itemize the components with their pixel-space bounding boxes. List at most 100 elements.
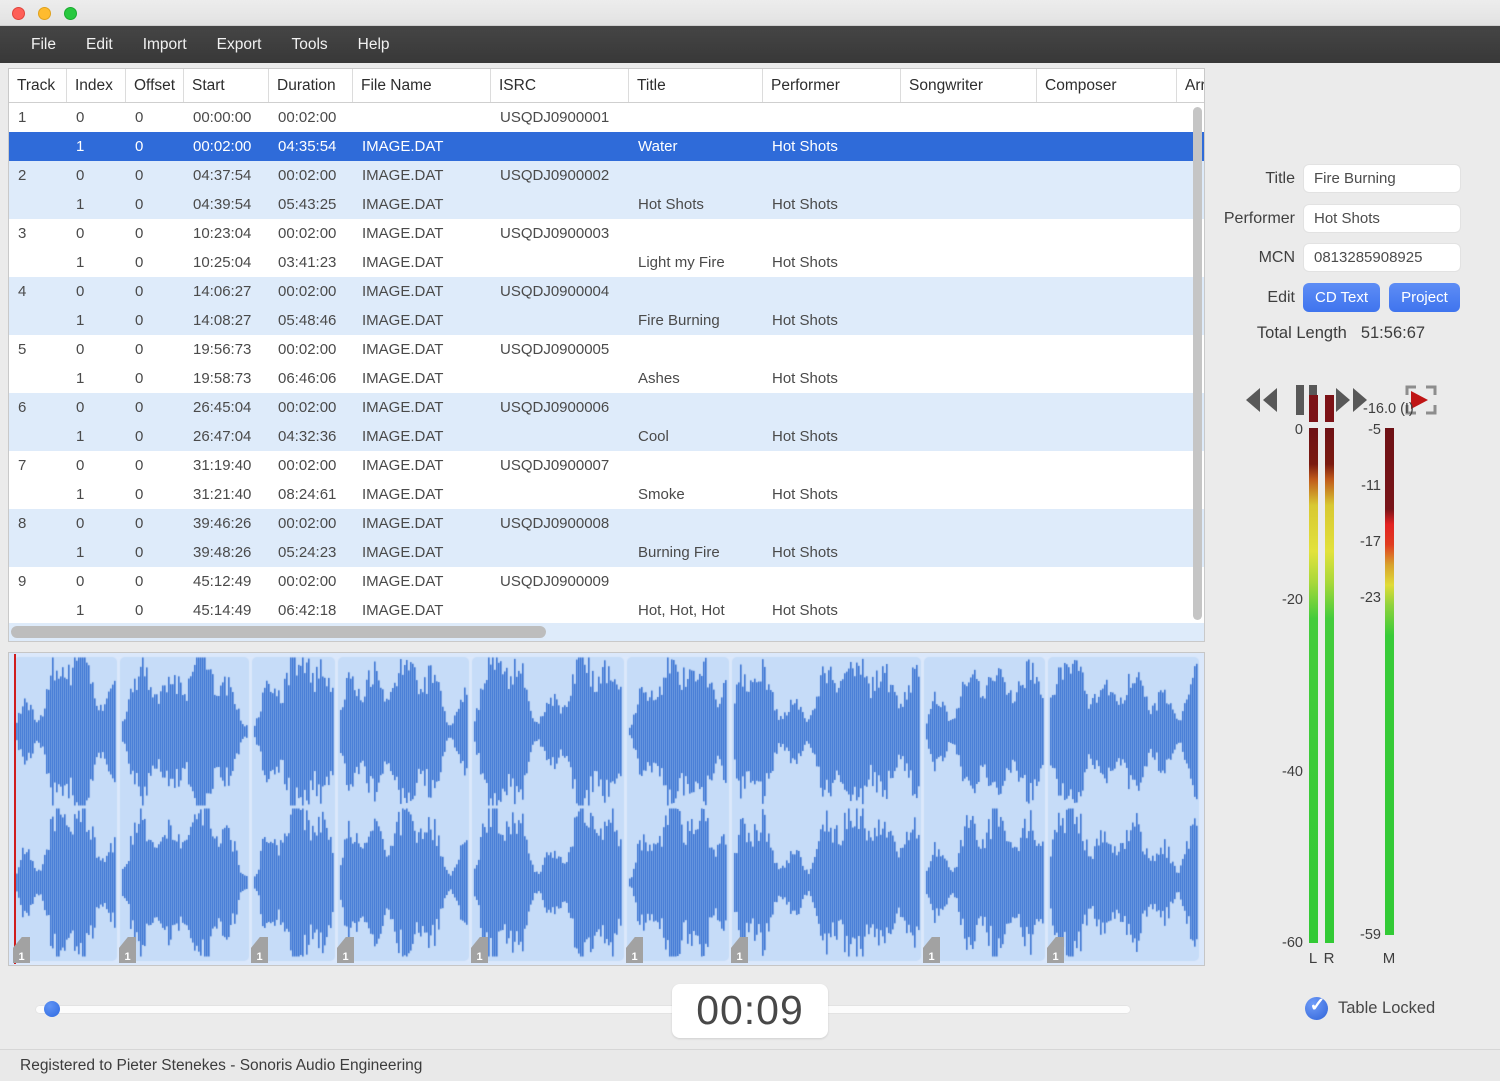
- cell: [1037, 451, 1177, 480]
- m-scale-tick: -5: [1341, 422, 1381, 438]
- vertical-scrollbar-thumb[interactable]: [1193, 107, 1202, 620]
- cell: 0: [126, 248, 184, 277]
- column-header-start[interactable]: Start: [184, 69, 269, 102]
- lr-scale-tick: -20: [1263, 592, 1303, 608]
- cell: Hot Shots: [763, 190, 901, 219]
- window-title-bar[interactable]: [0, 0, 1500, 26]
- cell: [491, 306, 629, 335]
- m-scale-tick: -23: [1341, 590, 1381, 606]
- menu-item-edit[interactable]: Edit: [71, 26, 128, 63]
- cell: [1037, 364, 1177, 393]
- table-row-13[interactable]: 70031:19:4000:02:00IMAGE.DATUSQDJ0900007: [9, 451, 1204, 480]
- close-window-icon[interactable]: [12, 7, 25, 20]
- menu-item-export[interactable]: Export: [202, 26, 277, 63]
- cell: 05:43:25: [269, 190, 353, 219]
- zoom-window-icon[interactable]: [64, 7, 77, 20]
- cell: 39:46:26: [184, 509, 269, 538]
- menu-item-tools[interactable]: Tools: [276, 26, 342, 63]
- cell: 0: [126, 422, 184, 451]
- waveform-canvas[interactable]: [9, 653, 1204, 965]
- peak-cap-right: [1325, 395, 1334, 422]
- cell: 0: [126, 335, 184, 364]
- cell: Hot Shots: [763, 132, 901, 161]
- meter-channel-label-m: M: [1383, 950, 1396, 967]
- table-row-11[interactable]: 60026:45:0400:02:00IMAGE.DATUSQDJ0900006: [9, 393, 1204, 422]
- cell: 26:47:04: [184, 422, 269, 451]
- position-slider[interactable]: [35, 1005, 1131, 1014]
- table-row-10[interactable]: 1019:58:7306:46:06IMAGE.DATAshesHot Shot…: [9, 364, 1204, 393]
- position-slider-thumb[interactable]: [44, 1001, 60, 1017]
- cell: 00:02:00: [269, 219, 353, 248]
- cell: 1: [67, 596, 126, 625]
- cell: Hot Shots: [763, 596, 901, 625]
- column-header-duration[interactable]: Duration: [269, 69, 353, 102]
- table-row-6[interactable]: 1010:25:0403:41:23IMAGE.DATLight my Fire…: [9, 248, 1204, 277]
- cell: [1037, 219, 1177, 248]
- table-row-2[interactable]: 1000:02:0004:35:54IMAGE.DATWaterHot Shot…: [9, 132, 1204, 161]
- menu-item-file[interactable]: File: [16, 26, 71, 63]
- column-header-composer[interactable]: Composer: [1037, 69, 1177, 102]
- column-header-songwriter[interactable]: Songwriter: [901, 69, 1037, 102]
- cell: USQDJ0900003: [491, 219, 629, 248]
- cell: 04:32:36: [269, 422, 353, 451]
- cell: USQDJ0900007: [491, 451, 629, 480]
- column-header-track[interactable]: Track: [9, 69, 67, 102]
- column-header-performer[interactable]: Performer: [763, 69, 901, 102]
- loudness-readout: -16.0 (I): [1363, 401, 1414, 417]
- table-locked-checkbox[interactable]: ✓: [1305, 997, 1328, 1020]
- menu-item-import[interactable]: Import: [128, 26, 202, 63]
- cell: IMAGE.DAT: [353, 190, 491, 219]
- meter-channel-label-l: L: [1309, 950, 1317, 967]
- cell: USQDJ0900001: [491, 103, 629, 132]
- menu-item-help[interactable]: Help: [343, 26, 405, 63]
- table-row-5[interactable]: 30010:23:0400:02:00IMAGE.DATUSQDJ0900003: [9, 219, 1204, 248]
- cell: [1037, 248, 1177, 277]
- table-header-row: TrackIndexOffsetStartDurationFile NameIS…: [9, 69, 1204, 103]
- cell: IMAGE.DAT: [353, 364, 491, 393]
- cell: Hot Shots: [763, 480, 901, 509]
- table-row-7[interactable]: 40014:06:2700:02:00IMAGE.DATUSQDJ0900004: [9, 277, 1204, 306]
- column-header-file-name[interactable]: File Name: [353, 69, 491, 102]
- column-header-offset[interactable]: Offset: [126, 69, 184, 102]
- cell: Smoke: [629, 480, 763, 509]
- column-header-title[interactable]: Title: [629, 69, 763, 102]
- cell: 0: [126, 393, 184, 422]
- cell: 0: [126, 306, 184, 335]
- column-header-index[interactable]: Index: [67, 69, 126, 102]
- table-row-3[interactable]: 20004:37:5400:02:00IMAGE.DATUSQDJ0900002: [9, 161, 1204, 190]
- cell: 00:02:00: [269, 335, 353, 364]
- meter-channel-label-r: R: [1324, 950, 1335, 967]
- table-row-15[interactable]: 80039:46:2600:02:00IMAGE.DATUSQDJ0900008: [9, 509, 1204, 538]
- cell: 0: [126, 219, 184, 248]
- cell: 00:02:00: [269, 509, 353, 538]
- table-row-14[interactable]: 1031:21:4008:24:61IMAGE.DATSmokeHot Shot…: [9, 480, 1204, 509]
- cell: 9: [9, 567, 67, 596]
- table-row-17[interactable]: 90045:12:4900:02:00IMAGE.DATUSQDJ0900009: [9, 567, 1204, 596]
- cell: [901, 364, 1037, 393]
- cell: Hot, Hot, Hot: [629, 596, 763, 625]
- table-row-16[interactable]: 1039:48:2605:24:23IMAGE.DATBurning FireH…: [9, 538, 1204, 567]
- playhead-cursor[interactable]: [14, 654, 16, 964]
- app-window: { "window": { "menu": ["File", "Edit", "…: [0, 0, 1500, 1081]
- cell: 0: [126, 509, 184, 538]
- horizontal-scrollbar[interactable]: [9, 623, 1204, 641]
- waveform-overview[interactable]: 111111111: [8, 652, 1205, 966]
- cell: 45:14:49: [184, 596, 269, 625]
- column-header-arr[interactable]: Arr: [1177, 69, 1205, 102]
- table-row-8[interactable]: 1014:08:2705:48:46IMAGE.DATFire BurningH…: [9, 306, 1204, 335]
- table-row-1[interactable]: 10000:00:0000:02:00USQDJ0900001: [9, 103, 1204, 132]
- minimize-window-icon[interactable]: [38, 7, 51, 20]
- cell: 05:48:46: [269, 306, 353, 335]
- cell: 19:56:73: [184, 335, 269, 364]
- column-header-isrc[interactable]: ISRC: [491, 69, 629, 102]
- table-row-9[interactable]: 50019:56:7300:02:00IMAGE.DATUSQDJ0900005: [9, 335, 1204, 364]
- horizontal-scrollbar-thumb[interactable]: [11, 626, 546, 638]
- m-scale-tick: -59: [1341, 927, 1381, 943]
- table-row-12[interactable]: 1026:47:0404:32:36IMAGE.DATCoolHot Shots: [9, 422, 1204, 451]
- cell: USQDJ0900008: [491, 509, 629, 538]
- cell: IMAGE.DAT: [353, 509, 491, 538]
- cell: 0: [67, 277, 126, 306]
- table-row-4[interactable]: 1004:39:5405:43:25IMAGE.DATHot ShotsHot …: [9, 190, 1204, 219]
- table-row-18[interactable]: 1045:14:4906:42:18IMAGE.DATHot, Hot, Hot…: [9, 596, 1204, 625]
- cell: USQDJ0900004: [491, 277, 629, 306]
